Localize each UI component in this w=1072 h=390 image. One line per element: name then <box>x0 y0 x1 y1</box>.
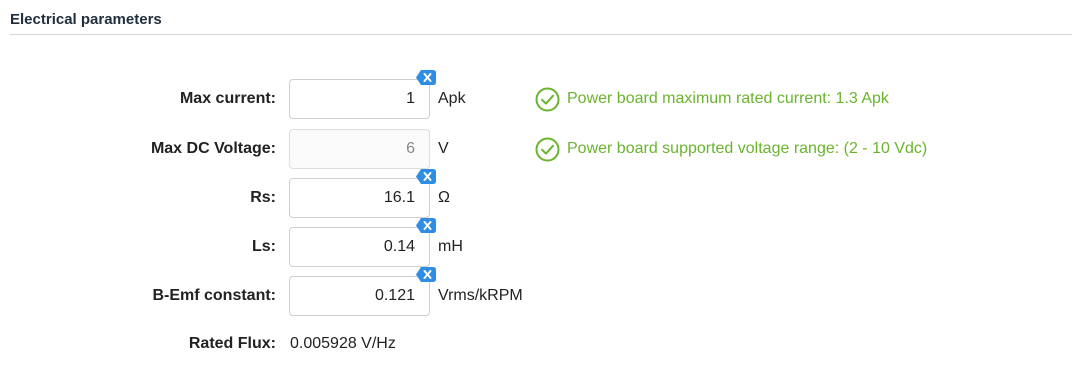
ls-unit: mH <box>438 238 463 255</box>
current-status-text: Power board maximum rated current: 1.3 A… <box>567 90 889 107</box>
max-dc-voltage-label: Max DC Voltage: <box>150 140 276 157</box>
current-status: Power board maximum rated current: 1.3 A… <box>535 79 889 119</box>
max-current-label: Max current: <box>179 90 276 107</box>
check-circle-icon <box>535 87 560 111</box>
ls-input[interactable] <box>289 227 430 267</box>
max-current-unit: Apk <box>438 90 466 107</box>
clear-x-icon[interactable] <box>416 267 436 282</box>
section-title: Electrical parameters <box>10 11 162 28</box>
section-divider <box>10 34 1072 35</box>
max-dc-voltage-field-wrap <box>289 129 430 169</box>
max-current-field-wrap <box>289 70 436 119</box>
max-current-row: Max current: Apk Power board maximum rat… <box>0 70 1072 119</box>
clear-x-icon[interactable] <box>416 218 436 233</box>
bemf-label: B-Emf constant: <box>152 287 276 304</box>
bemf-unit: Vrms/kRPM <box>438 287 523 304</box>
bemf-field-wrap <box>289 267 436 316</box>
rs-unit: Ω <box>438 189 450 206</box>
clear-x-icon[interactable] <box>416 169 436 184</box>
rs-label: Rs: <box>250 189 276 206</box>
max-current-input[interactable] <box>289 79 430 119</box>
ls-row: Ls: mH <box>0 218 1072 267</box>
max-dc-voltage-row: Max DC Voltage: V Power board supported … <box>0 129 1072 169</box>
voltage-status-text: Power board supported voltage range: (2 … <box>567 140 928 157</box>
ls-field-wrap <box>289 218 436 267</box>
ls-label: Ls: <box>252 238 276 255</box>
bemf-row: B-Emf constant: Vrms/kRPM <box>0 267 1072 316</box>
rated-flux-value: 0.005928 V/Hz <box>290 335 396 352</box>
voltage-status: Power board supported voltage range: (2 … <box>535 129 927 169</box>
clear-x-icon[interactable] <box>416 70 436 85</box>
max-dc-voltage-unit: V <box>438 140 449 157</box>
bemf-input[interactable] <box>289 276 430 316</box>
rs-field-wrap <box>289 169 436 218</box>
rs-input[interactable] <box>289 178 430 218</box>
rs-row: Rs: Ω <box>0 169 1072 218</box>
check-circle-icon <box>535 137 560 161</box>
rated-flux-row: Rated Flux: 0.005928 V/Hz <box>0 324 1072 364</box>
max-dc-voltage-input <box>289 129 430 169</box>
rated-flux-label: Rated Flux: <box>188 335 276 352</box>
